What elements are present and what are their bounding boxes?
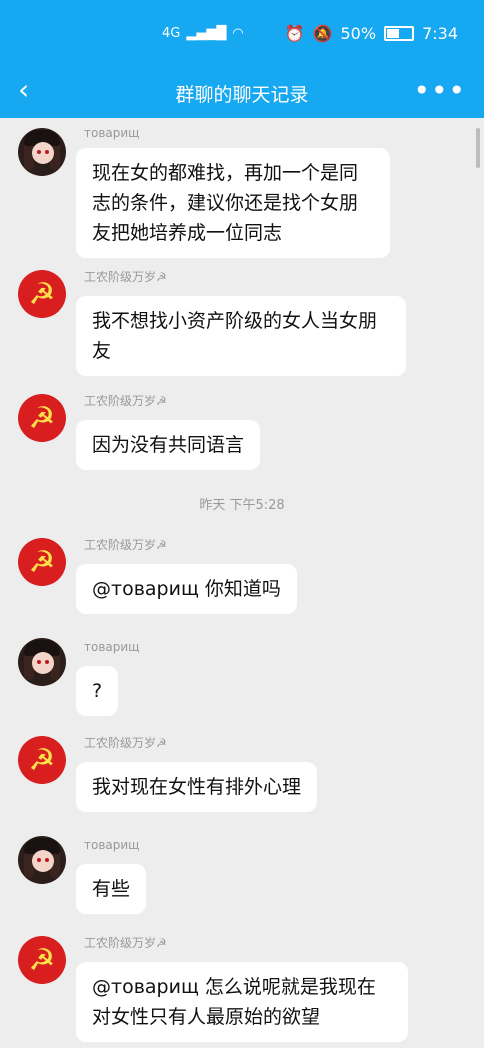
sender-name: товарищ <box>84 126 140 140</box>
chat-message: товарищ 有些 <box>0 832 484 914</box>
more-options-button[interactable]: ••• <box>413 74 466 107</box>
message-bubble[interactable]: ? <box>76 666 119 716</box>
message-bubble[interactable]: @товарищ 怎么说呢就是我现在对女性只有人最原始的欲望 <box>76 962 408 1042</box>
message-bubble[interactable]: 我不想找小资产阶级的女人当女朋友 <box>76 296 406 376</box>
message-bubble[interactable]: @товарищ 你知道吗 <box>76 564 297 614</box>
page-title: 群聊的聊天记录 <box>175 84 309 106</box>
battery-percent: 50% <box>340 24 377 43</box>
clock: 7:34 <box>422 24 458 43</box>
sender-name: 工农阶级万岁☭ <box>84 936 167 950</box>
hammer-sickle-avatar[interactable]: ☭ <box>18 736 66 784</box>
girl-avatar[interactable] <box>18 128 66 176</box>
sender-name: 工农阶级万岁☭ <box>84 538 167 552</box>
wifi-icon: ◠ <box>232 26 244 41</box>
message-bubble[interactable]: 现在女的都难找，再加一个是同志的条件，建议你还是找个女朋友把她培养成一位同志 <box>76 148 390 258</box>
message-bubble[interactable]: 有些 <box>76 864 147 914</box>
chat-message: товарищ 现在女的都难找，再加一个是同志的条件，建议你还是找个女朋友把她培… <box>0 122 484 258</box>
system-status: ⏰ 🔕 50% 7:34 <box>285 24 458 43</box>
title-bar: ‹ 群聊的聊天记录 ••• <box>0 66 484 118</box>
hammer-sickle-avatar[interactable]: ☭ <box>18 394 66 442</box>
sender-name: 工农阶级万岁☭ <box>84 270 167 284</box>
sender-name: товарищ <box>84 838 140 852</box>
network-type: 4G <box>162 26 181 41</box>
alarm-icon: ⏰ <box>284 24 305 43</box>
sender-name: 工农阶级万岁☭ <box>84 394 167 408</box>
chat-message: товарищ ? <box>0 634 484 716</box>
timestamp-divider: 昨天 下午5:28 <box>199 498 285 513</box>
sender-name: 工农阶级万岁☭ <box>84 736 167 750</box>
girl-avatar[interactable] <box>18 638 66 686</box>
battery-icon <box>384 26 415 41</box>
signal-icon: ▂▄▆█ <box>186 26 227 41</box>
status-bar: 4G ▂▄▆█ ◠ ⏰ 🔕 50% 7:34 <box>0 0 484 66</box>
message-bubble[interactable]: 因为没有共同语言 <box>76 420 261 470</box>
girl-avatar[interactable] <box>18 836 66 884</box>
message-bubble[interactable]: 我对现在女性有排外心理 <box>76 762 318 812</box>
hammer-sickle-avatar[interactable]: ☭ <box>18 936 66 984</box>
chat-history[interactable]: товарищ 现在女的都难找，再加一个是同志的条件，建议你还是找个女朋友把她培… <box>0 118 484 1048</box>
hammer-sickle-avatar[interactable]: ☭ <box>18 270 66 318</box>
network-status: 4G ▂▄▆█ ◠ <box>162 26 244 41</box>
sender-name: товарищ <box>84 640 140 654</box>
mute-icon: 🔕 <box>312 24 333 43</box>
hammer-sickle-avatar[interactable]: ☭ <box>18 538 66 586</box>
